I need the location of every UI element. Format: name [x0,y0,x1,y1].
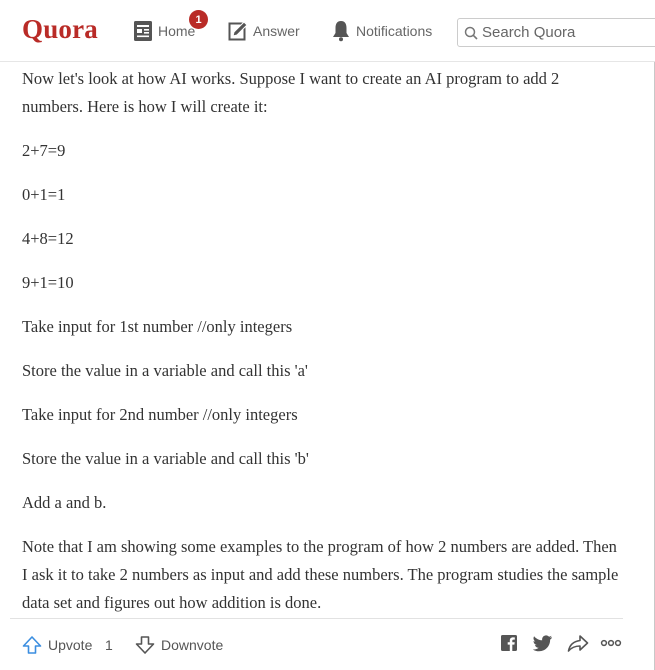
upvote-arrow-icon [22,635,42,655]
more-dots-icon[interactable] [600,634,622,652]
twitter-icon[interactable] [533,634,553,652]
downvote-arrow-icon [135,635,155,655]
upvote-count: 1 [105,637,113,653]
downvote-label: Downvote [161,637,224,653]
answer-paragraph: Take input for 2nd number //only integer… [22,405,298,424]
bell-icon [331,20,351,42]
quora-page: Quora Home 1 Answer Notifications Search… [0,0,655,670]
top-nav-bar: Quora Home 1 Answer Notifications Search… [0,0,655,62]
nav-answer[interactable]: Answer [228,18,300,44]
answer-paragraph: Store the value in a variable and call t… [22,449,309,468]
home-notification-badge: 1 [189,10,208,29]
answer-paragraph: 4+8=12 [22,229,74,248]
quora-logo[interactable]: Quora [22,14,98,45]
answer-paragraph: Take input for 1st number //only integer… [22,317,293,336]
upvote-label: Upvote [48,637,93,653]
answer-body: Now let's look at how AI works. Suppose … [22,62,622,617]
search-box[interactable] [457,18,655,47]
answer-paragraph: 0+1=1 [22,185,66,204]
answer-paragraph: 2+7=9 [22,141,66,160]
nav-notifications-label: Notifications [356,23,433,39]
answer-paragraph: Add a and b. [22,493,107,512]
answer-paragraph: Store the value in a variable and call t… [22,361,308,380]
answer-paragraph: 9+1=10 [22,273,74,292]
answer-pencil-icon [228,21,248,41]
nav-notifications[interactable]: Notifications [331,18,432,44]
nav-answer-label: Answer [253,23,300,39]
facebook-icon[interactable] [500,634,518,652]
answer-action-bar: Upvote 1 Downvote [10,618,623,670]
home-icon [133,20,153,42]
downvote-button[interactable]: Downvote [135,633,223,657]
nav-home[interactable]: Home 1 [133,10,208,44]
answer-paragraph: Now let's look at how AI works. Suppose … [22,69,560,116]
search-input[interactable] [482,24,652,41]
nav-home-label: Home [158,23,196,39]
upvote-button[interactable]: Upvote [22,633,92,657]
answer-paragraph: Note that I am showing some examples to … [22,537,619,612]
search-icon [464,26,478,40]
share-arrow-icon[interactable] [567,634,589,652]
